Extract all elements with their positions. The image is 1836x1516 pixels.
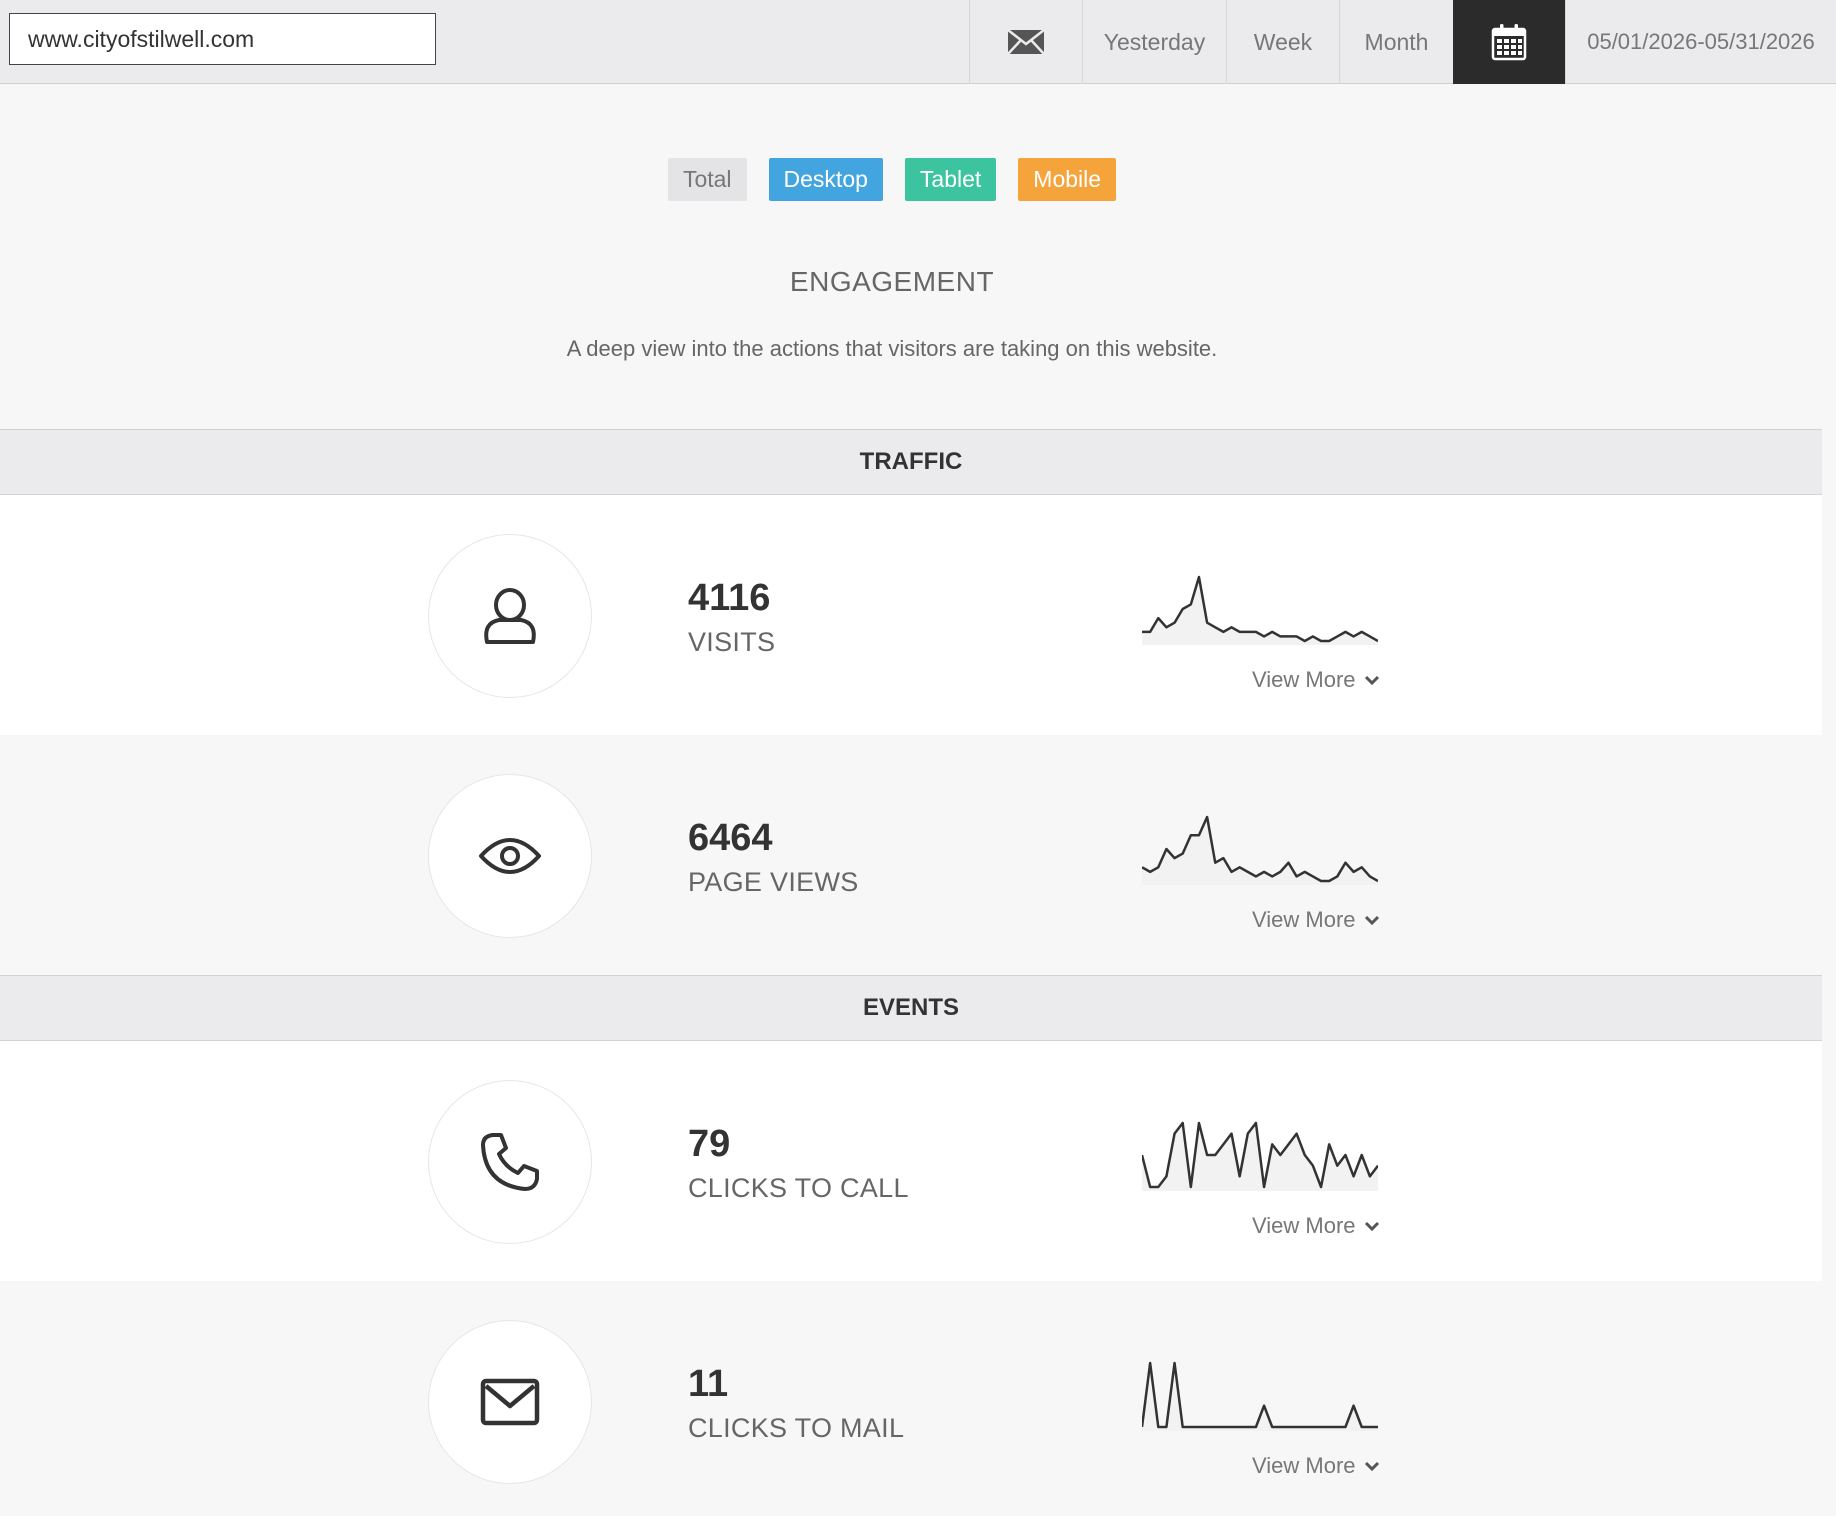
- site-url-field[interactable]: www.cityofstilwell.com: [9, 13, 436, 65]
- chevron-down-icon: [1364, 915, 1379, 926]
- sparkline-chart: [1142, 575, 1378, 645]
- period-month-button[interactable]: Month: [1339, 0, 1453, 84]
- view-more-label: View More: [1252, 1213, 1356, 1238]
- page-title: ENGAGEMENT: [789, 266, 995, 297]
- sparkline-area: [1142, 1363, 1378, 1431]
- metric-row-page-views: 6464 PAGE VIEWS View More: [0, 735, 1822, 975]
- chevron-down-icon: [1364, 675, 1379, 686]
- metric-row-clicks-to-call: 79 CLICKS TO CALL View More: [0, 1041, 1822, 1281]
- sparkline-chart: [1142, 815, 1378, 885]
- view-more-label: View More: [1252, 1453, 1356, 1478]
- metric-value: 11: [688, 1363, 729, 1405]
- filter-total-button[interactable]: Total: [667, 158, 747, 201]
- view-more-link[interactable]: View More: [1252, 1213, 1380, 1239]
- metric-icon-circle: [428, 774, 592, 938]
- view-more-link[interactable]: View More: [1252, 907, 1380, 933]
- filter-tablet-button[interactable]: Tablet: [904, 158, 997, 201]
- email-report-button[interactable]: [969, 0, 1082, 84]
- date-range-display[interactable]: 05/01/2026-05/31/2026: [1565, 0, 1836, 84]
- sparkline-chart: [1142, 1121, 1378, 1191]
- filter-desktop-button[interactable]: Desktop: [768, 158, 883, 201]
- metric-icon-circle: [428, 534, 592, 698]
- envelope-icon: [1007, 29, 1045, 55]
- calendar-button[interactable]: [1453, 0, 1565, 84]
- page-subtitle: A deep view into the actions that visito…: [566, 336, 1218, 361]
- metric-icon-circle: [428, 1080, 592, 1244]
- view-more-link[interactable]: View More: [1252, 667, 1380, 693]
- view-more-label: View More: [1252, 667, 1356, 692]
- period-yesterday-button[interactable]: Yesterday: [1082, 0, 1226, 84]
- metric-row-visits: 4116 VISITS View More: [0, 495, 1822, 735]
- period-week-button[interactable]: Week: [1226, 0, 1339, 84]
- chevron-down-icon: [1364, 1221, 1379, 1232]
- filter-mobile-button[interactable]: Mobile: [1018, 158, 1117, 201]
- metric-value: 79: [688, 1123, 731, 1165]
- metric-label: PAGE VIEWS: [688, 867, 859, 897]
- metric-value: 6464: [688, 817, 773, 859]
- metric-value: 4116: [688, 577, 771, 619]
- metric-icon-circle: [428, 1320, 592, 1484]
- top-bar: www.cityofstilwell.com Yesterday Week Mo…: [0, 0, 1836, 84]
- section-header-traffic: TRAFFIC: [0, 429, 1822, 495]
- view-more-link[interactable]: View More: [1252, 1453, 1380, 1479]
- calendar-icon: [1491, 24, 1527, 61]
- metric-label: VISITS: [688, 627, 776, 657]
- metric-row-clicks-to-mail: 11 CLICKS TO MAIL View More: [0, 1281, 1822, 1516]
- chevron-down-icon: [1364, 1461, 1379, 1472]
- eye-icon: [479, 838, 541, 874]
- metric-label: CLICKS TO MAIL: [688, 1413, 905, 1443]
- section-header-events: EVENTS: [0, 975, 1822, 1041]
- user-icon: [484, 588, 536, 644]
- sparkline-chart: [1142, 1361, 1378, 1431]
- device-filters: Total Desktop Tablet Mobile: [0, 158, 1784, 201]
- view-more-label: View More: [1252, 907, 1356, 932]
- envelope-icon: [480, 1378, 540, 1426]
- metric-label: CLICKS TO CALL: [688, 1173, 909, 1203]
- phone-icon: [481, 1133, 539, 1191]
